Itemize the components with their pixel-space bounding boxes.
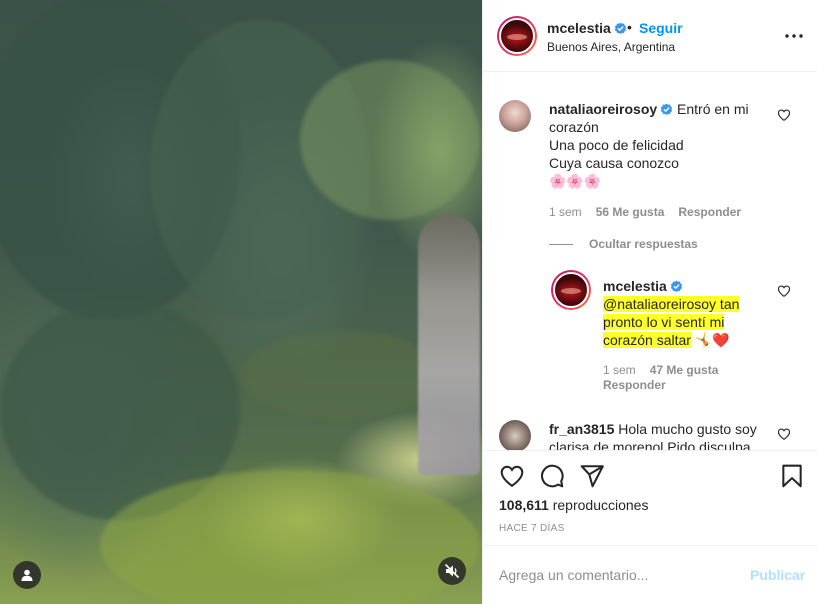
comment-emojis: 🤸❤️ [694, 332, 730, 348]
comment-heart-icon[interactable] [777, 284, 791, 298]
comment-time[interactable]: 1 sem [603, 363, 636, 377]
comment-username[interactable]: nataliaoreirosoy [549, 101, 657, 117]
reply-body: mcelestia @nataliaoreirosoy tan pronto l… [603, 277, 773, 349]
post-header: mcelestia • Seguir Buenos Aires, Argenti… [483, 0, 817, 72]
post-actions: 108,611 reproducciones HACE 7 DÍAS [483, 450, 817, 554]
comment-text-highlighted: corazón saltar [603, 332, 691, 348]
foliage [240, 330, 440, 420]
username-text[interactable]: mcelestia [547, 20, 611, 36]
comment-text: Entró en mi [677, 101, 749, 117]
comment-username[interactable]: fr_an3815 [549, 421, 614, 437]
comment-body: fr_an3815 Hola mucho gusto soy clarisa d… [549, 420, 764, 450]
comments-list[interactable]: nataliaoreirosoy Entró en mi corazón Una… [483, 72, 817, 450]
comment-body: nataliaoreirosoy Entró en mi corazón Una… [549, 100, 769, 190]
verified-badge-icon [661, 103, 673, 116]
comment-text-highlighted: pronto lo vi sentí mi [603, 314, 725, 330]
audio-muted-icon [444, 563, 460, 579]
comment-text-highlighted: @nataliaoreirosoy tan [603, 296, 740, 312]
publish-button[interactable]: Publicar [750, 567, 805, 583]
heart-icon[interactable] [499, 463, 525, 489]
comment-text: clarisa de morenol Pido disculpa [549, 439, 751, 450]
comment-text: Una poco de felicidad [549, 137, 684, 153]
foliage [300, 60, 480, 220]
comment-time[interactable]: 1 sem [549, 205, 582, 219]
comment-likes[interactable]: 47 Me gusta [650, 363, 719, 377]
more-options-icon[interactable] [783, 26, 805, 46]
separator-dot: • [627, 19, 632, 35]
bookmark-icon[interactable] [779, 463, 805, 489]
reply-button[interactable]: Responder [603, 378, 666, 392]
comment-username[interactable]: mcelestia [603, 278, 667, 294]
add-comment-bar: Publicar [483, 545, 817, 604]
share-icon[interactable] [579, 463, 605, 489]
hide-replies-button[interactable]: Ocultar respuestas [549, 237, 698, 251]
views-number: 108,611 [499, 497, 549, 513]
comment-meta: 1 sem 56 Me gusta Responder [549, 205, 741, 219]
verified-badge-icon [614, 22, 626, 35]
clipped-previous-comment [593, 72, 693, 74]
user-tag-icon [21, 569, 33, 581]
video-player[interactable] [0, 0, 482, 604]
verified-badge-icon [670, 280, 682, 293]
commenter-avatar[interactable] [499, 100, 531, 132]
follow-button[interactable]: Seguir [639, 20, 683, 36]
comment-text: Hola mucho gusto soy [618, 421, 757, 437]
reply-button[interactable]: Responder [678, 205, 741, 219]
views-count[interactable]: 108,611 reproducciones [499, 497, 648, 513]
post-age[interactable]: HACE 7 DÍAS [499, 523, 565, 534]
commenter-avatar[interactable] [551, 270, 591, 310]
mute-button[interactable] [438, 557, 466, 585]
comment-text: Cuya causa conozco [549, 155, 679, 171]
comment-likes[interactable]: 56 Me gusta [596, 205, 665, 219]
comment-heart-icon[interactable] [777, 427, 791, 441]
avatar[interactable] [497, 16, 537, 56]
comment-icon[interactable] [539, 463, 565, 489]
post-username[interactable]: mcelestia [547, 20, 627, 36]
commenter-avatar[interactable] [499, 420, 531, 450]
views-label: reproducciones [552, 497, 649, 513]
post-details-panel: mcelestia • Seguir Buenos Aires, Argenti… [482, 0, 817, 604]
avatar-image [553, 272, 589, 308]
comment-meta: 1 sem 47 Me gusta Responder [603, 363, 743, 393]
person-figure [418, 215, 480, 475]
comment-emojis: 🌸🌸🌸 [549, 173, 602, 189]
avatar-image [499, 18, 535, 54]
foliage [100, 470, 480, 604]
user-tag-button[interactable] [13, 561, 41, 589]
comment-text: corazón [549, 119, 599, 135]
location-link[interactable]: Buenos Aires, Argentina [547, 40, 675, 54]
comment-input[interactable] [499, 564, 739, 586]
comment-heart-icon[interactable] [777, 108, 791, 122]
